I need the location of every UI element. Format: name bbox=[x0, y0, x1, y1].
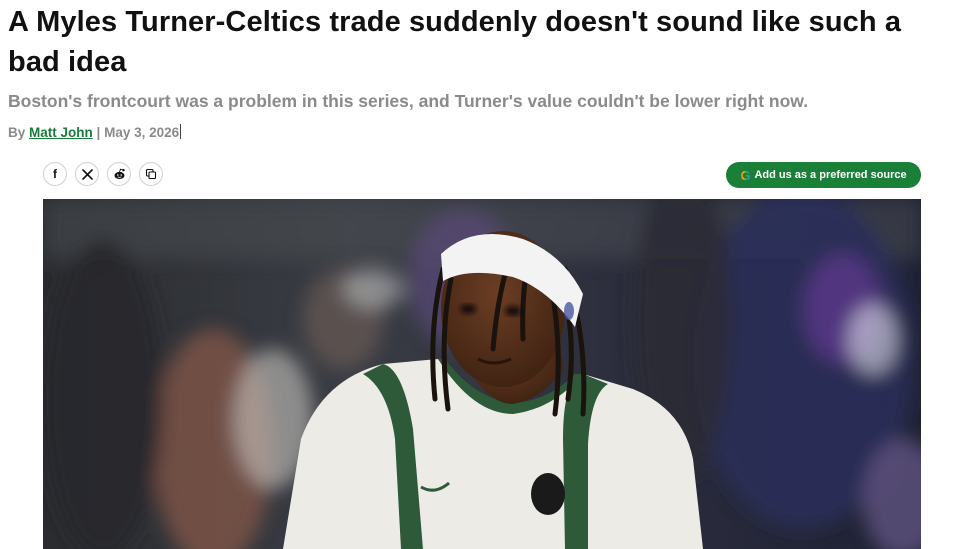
x-share-button[interactable] bbox=[75, 162, 99, 186]
text-cursor bbox=[180, 124, 182, 139]
x-icon bbox=[81, 168, 93, 180]
byline-prefix: By bbox=[8, 125, 26, 140]
reddit-icon bbox=[113, 168, 126, 180]
preferred-source-label: Add us as a preferred source bbox=[754, 169, 907, 181]
reddit-share-button[interactable] bbox=[107, 162, 131, 186]
copy-link-button[interactable] bbox=[139, 162, 163, 186]
hero-image bbox=[43, 199, 921, 549]
publish-date: May 3, 2026 bbox=[104, 125, 180, 140]
headline: A Myles Turner-Celtics trade suddenly do… bbox=[8, 6, 902, 78]
byline-separator: | bbox=[96, 125, 101, 140]
basketball-player-photo bbox=[43, 199, 921, 549]
share-bar: f bbox=[43, 162, 163, 186]
preferred-source-button[interactable]: G Add us as a preferred source bbox=[726, 162, 921, 188]
facebook-share-button[interactable]: f bbox=[43, 162, 67, 186]
byline: By Matt John | May 3, 2026 bbox=[8, 124, 182, 142]
google-icon: G bbox=[740, 167, 751, 183]
author-link[interactable]: Matt John bbox=[29, 125, 93, 140]
copy-link-icon bbox=[145, 168, 157, 180]
subheadline: Boston's frontcourt was a problem in thi… bbox=[8, 91, 809, 111]
facebook-icon: f bbox=[53, 167, 57, 181]
article: A Myles Turner-Celtics trade suddenly do… bbox=[0, 0, 960, 549]
